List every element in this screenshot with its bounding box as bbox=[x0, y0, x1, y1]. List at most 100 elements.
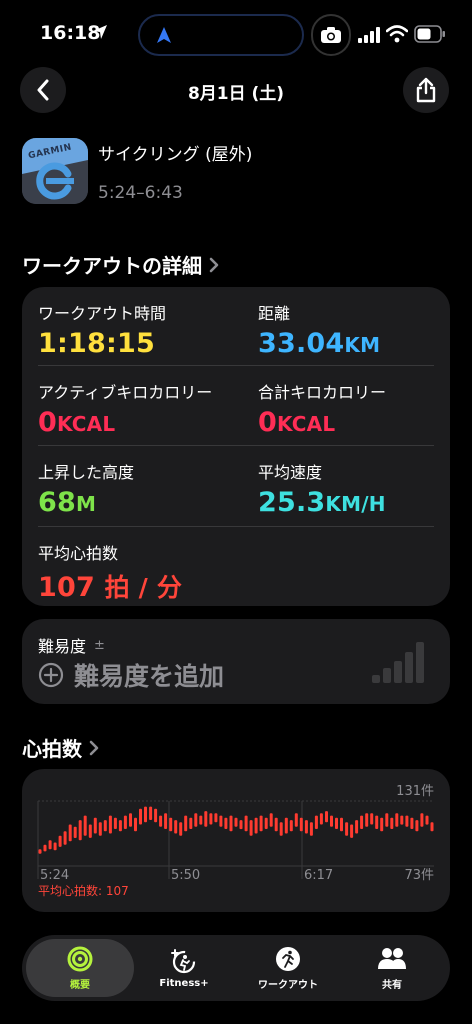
metric-label: 合計キロカロリー bbox=[258, 383, 387, 402]
metric-elevation: 上昇した高度 68M bbox=[38, 459, 134, 518]
details-section-title: ワークアウトの詳細 bbox=[22, 254, 202, 278]
metric-workout-time: ワークアウト時間 1:18:15 bbox=[38, 300, 166, 359]
add-difficulty-label: 難易度を追加 bbox=[74, 662, 225, 691]
heart-rate-bar bbox=[395, 813, 399, 827]
divider bbox=[38, 365, 434, 366]
dynamic-island[interactable] bbox=[138, 14, 304, 56]
metric-label: ワークアウト時間 bbox=[38, 304, 167, 323]
heart-rate-bar bbox=[279, 822, 283, 836]
chart-max-label: 131件 bbox=[396, 784, 434, 799]
heart-rate-bar bbox=[330, 815, 333, 827]
heart-rate-bar bbox=[129, 813, 132, 827]
heart-rate-bar bbox=[219, 815, 223, 827]
plus-minus-icon: ± bbox=[94, 637, 105, 653]
heart-rate-bar bbox=[239, 820, 243, 830]
heart-rate-bar bbox=[304, 820, 308, 834]
workout-details-card: ワークアウト時間 1:18:15 距離 33.04KM アクティブキロカロリー … bbox=[22, 287, 450, 606]
heart-rate-bar bbox=[154, 808, 158, 823]
heart-rate-bar bbox=[350, 824, 354, 838]
add-difficulty-button[interactable]: 難易度を追加 bbox=[38, 657, 224, 693]
heart-rate-chart-card[interactable]: 131件 5:24 5:50 6:17 73件 平均心拍数: 107 bbox=[22, 769, 450, 912]
heart-rate-bar bbox=[73, 826, 77, 838]
heart-rate-bar bbox=[259, 815, 263, 832]
heart-rate-bar bbox=[385, 813, 389, 827]
heart-rate-bar bbox=[274, 817, 278, 832]
garmin-app-icon: GARMIN bbox=[22, 138, 88, 204]
heart-rate-bar bbox=[244, 815, 248, 832]
heart-rate-bar bbox=[43, 844, 47, 852]
heart-rate-bar bbox=[139, 808, 142, 825]
divider bbox=[38, 526, 434, 527]
difficulty-label: 難易度 bbox=[38, 637, 87, 656]
page-title: 8月1日 (土) bbox=[187, 84, 285, 104]
heart-rate-bar bbox=[410, 817, 414, 829]
heart-rate-bar bbox=[159, 815, 163, 827]
tab-label: 概要 bbox=[70, 979, 90, 991]
tab-sharing[interactable]: 共有 bbox=[338, 939, 446, 997]
tab-fitness-plus[interactable]: Fitness+ bbox=[130, 939, 238, 997]
heart-rate-bar bbox=[209, 813, 213, 825]
heart-rate-bar bbox=[214, 813, 218, 823]
activity-rings-icon bbox=[67, 946, 93, 971]
heart-rate-bar bbox=[390, 817, 394, 829]
heart-rate-bar bbox=[264, 817, 268, 829]
difficulty-level-icon bbox=[372, 642, 424, 683]
workout-time-range: 5:24–6:43 bbox=[98, 183, 183, 203]
heart-rate-bar bbox=[309, 822, 313, 836]
battery-icon bbox=[414, 25, 445, 43]
tab-workouts[interactable]: ワークアウト bbox=[234, 939, 342, 997]
heart-rate-bar bbox=[169, 817, 173, 832]
heart-rate-bar bbox=[249, 820, 253, 836]
heart-rate-bar bbox=[68, 824, 72, 842]
x-tick-label: 5:50 bbox=[171, 868, 200, 883]
heart-rate-bar bbox=[405, 815, 409, 827]
heart-rate-bar bbox=[103, 820, 107, 832]
heart-rate-section-header[interactable]: 心拍数 bbox=[22, 733, 100, 762]
camera-indicator[interactable] bbox=[311, 14, 351, 56]
heart-rate-bar bbox=[113, 817, 117, 829]
metric-value: 1:18:15 bbox=[38, 328, 155, 359]
share-icon bbox=[416, 77, 436, 103]
heart-rate-bar bbox=[48, 840, 52, 850]
heart-rate-bar bbox=[123, 815, 127, 829]
heart-rate-bar bbox=[355, 820, 359, 834]
heart-rate-bar bbox=[340, 817, 343, 832]
plus-circle-icon bbox=[38, 662, 64, 688]
heart-rate-bar bbox=[319, 813, 323, 825]
heart-rate-bar bbox=[254, 817, 258, 834]
cellular-signal-icon bbox=[358, 27, 380, 43]
heart-rate-bar bbox=[415, 820, 419, 832]
heart-rate-bar bbox=[108, 815, 112, 834]
heart-rate-bar bbox=[194, 813, 198, 827]
heart-rate-section-title: 心拍数 bbox=[22, 737, 82, 761]
heart-rate-bar bbox=[375, 815, 379, 829]
heart-rate-bar bbox=[380, 817, 384, 832]
divider bbox=[38, 445, 434, 446]
metric-value: 0KCAL bbox=[38, 407, 116, 438]
x-tick-label: 6:17 bbox=[304, 868, 333, 883]
details-section-header[interactable]: ワークアウトの詳細 bbox=[22, 250, 220, 279]
status-bar: 16:18 bbox=[0, 0, 472, 70]
camera-icon bbox=[321, 27, 341, 43]
metric-distance: 距離 33.04KM bbox=[258, 300, 380, 359]
heart-rate-bar bbox=[78, 820, 82, 841]
heart-rate-bar bbox=[184, 815, 188, 832]
heart-rate-bar bbox=[229, 815, 233, 832]
heart-rate-bar bbox=[284, 817, 288, 834]
tab-summary[interactable]: 概要 bbox=[26, 939, 134, 997]
metric-total-kcal: 合計キロカロリー 0KCAL bbox=[258, 379, 386, 438]
share-button[interactable] bbox=[403, 67, 449, 113]
heart-rate-bar bbox=[144, 806, 147, 823]
heart-rate-bar bbox=[149, 806, 153, 820]
heart-rate-bar bbox=[38, 849, 42, 854]
difficulty-card[interactable]: 難易度 ± 難易度を追加 bbox=[22, 619, 450, 704]
metric-value: 0KCAL bbox=[258, 407, 336, 438]
navigation-arrow-icon bbox=[157, 27, 171, 43]
heart-rate-bar bbox=[365, 813, 369, 827]
heart-rate-bar bbox=[294, 813, 298, 827]
heart-rate-bar bbox=[420, 813, 424, 827]
heart-rate-bar bbox=[224, 817, 228, 829]
metric-label: 距離 bbox=[258, 304, 291, 323]
heart-rate-bar bbox=[83, 815, 87, 836]
tab-label: Fitness+ bbox=[159, 977, 209, 989]
